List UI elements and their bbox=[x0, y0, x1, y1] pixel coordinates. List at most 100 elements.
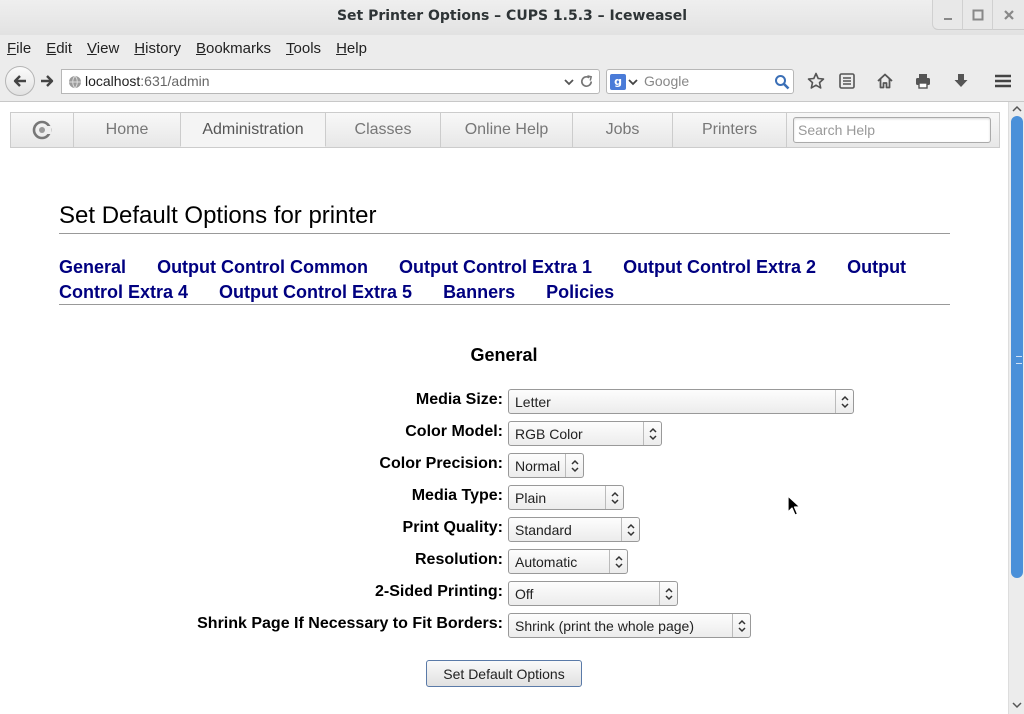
tab-jobs[interactable]: Jobs bbox=[573, 113, 673, 147]
tab-classes[interactable]: Classes bbox=[326, 113, 441, 147]
option-row-shrink-page: Shrink Page If Necessary to Fit Borders:… bbox=[0, 612, 1008, 638]
scroll-down-icon[interactable] bbox=[1012, 700, 1022, 710]
menu-tools[interactable]: Tools bbox=[286, 40, 321, 57]
help-search-placeholder: Search Help bbox=[798, 122, 876, 138]
back-arrow-icon bbox=[13, 75, 26, 87]
option-label: Color Precision: bbox=[379, 455, 503, 472]
print-icon[interactable] bbox=[914, 72, 932, 90]
resolution-select[interactable]: Automatic bbox=[508, 549, 628, 574]
scroll-grip bbox=[1016, 356, 1022, 364]
link-output-control-extra-5[interactable]: Output Control Extra 5 bbox=[219, 282, 412, 302]
navigation-toolbar: localhost:631/admin g Google bbox=[0, 61, 1024, 102]
download-icon[interactable] bbox=[952, 72, 970, 90]
media-size-select[interactable]: Letter bbox=[508, 389, 854, 414]
web-search-bar[interactable]: g Google bbox=[606, 69, 794, 94]
option-row-color-precision: Color Precision: Normal bbox=[0, 452, 1008, 478]
link-banners[interactable]: Banners bbox=[443, 282, 515, 302]
search-icon[interactable] bbox=[774, 74, 790, 90]
globe-icon bbox=[69, 75, 81, 89]
close-icon bbox=[1003, 9, 1014, 20]
back-forward-group bbox=[5, 66, 60, 96]
scrollbar-thumb[interactable] bbox=[1011, 116, 1023, 578]
color-precision-select[interactable]: Normal bbox=[508, 453, 584, 478]
menu-help[interactable]: Help bbox=[336, 40, 367, 57]
tab-printers[interactable]: Printers bbox=[673, 113, 787, 147]
minimize-icon bbox=[943, 17, 952, 20]
cups-logo-icon bbox=[32, 120, 52, 140]
select-updown-icon bbox=[621, 518, 639, 541]
menu-bookmarks[interactable]: Bookmarks bbox=[196, 40, 271, 57]
option-label: Resolution: bbox=[415, 551, 503, 568]
select-updown-icon bbox=[659, 582, 677, 605]
select-value: Plain bbox=[515, 490, 547, 506]
menu-hamburger-icon[interactable] bbox=[993, 72, 1013, 90]
link-output-control-extra-1[interactable]: Output Control Extra 1 bbox=[399, 257, 592, 277]
vertical-scrollbar[interactable] bbox=[1008, 102, 1024, 714]
window-title: Set Printer Options – CUPS 1.5.3 – Icewe… bbox=[336, 8, 688, 24]
url-history-dropdown-icon[interactable] bbox=[563, 76, 575, 88]
maximize-icon bbox=[972, 9, 983, 20]
option-row-media-type: Media Type: Plain bbox=[0, 484, 1008, 510]
option-row-2-sided-printing: 2-Sided Printing: Off bbox=[0, 580, 1008, 606]
link-output-control-extra-2[interactable]: Output Control Extra 2 bbox=[623, 257, 816, 277]
menu-history[interactable]: History bbox=[134, 40, 181, 57]
tab-online-help[interactable]: Online Help bbox=[441, 113, 573, 147]
forward-button[interactable] bbox=[38, 73, 56, 89]
option-label: Media Size: bbox=[415, 391, 503, 408]
web-search-placeholder: Google bbox=[644, 73, 690, 89]
media-type-select[interactable]: Plain bbox=[508, 485, 624, 510]
reading-list-icon[interactable] bbox=[838, 72, 856, 90]
tab-administration[interactable]: Administration bbox=[180, 113, 326, 147]
shrink-page-select[interactable]: Shrink (print the whole page) bbox=[508, 613, 751, 638]
menu-bar: File Edit View History Bookmarks Tools H… bbox=[0, 35, 1024, 61]
reload-icon[interactable] bbox=[579, 74, 594, 89]
url-bar[interactable]: localhost:631/admin bbox=[61, 69, 600, 94]
option-label: 2-Sided Printing: bbox=[375, 583, 503, 600]
select-updown-icon bbox=[835, 390, 853, 413]
home-icon[interactable] bbox=[876, 72, 894, 90]
cups-logo[interactable] bbox=[11, 113, 74, 147]
bookmark-star-icon[interactable] bbox=[807, 72, 825, 90]
close-button[interactable] bbox=[992, 0, 1024, 30]
minimize-button[interactable] bbox=[932, 0, 962, 30]
page-viewport: Home Administration Classes Online Help … bbox=[0, 102, 1008, 714]
select-value: Automatic bbox=[515, 554, 578, 570]
option-row-resolution: Resolution: Automatic bbox=[0, 548, 1008, 574]
select-updown-icon bbox=[609, 550, 627, 573]
maximize-button[interactable] bbox=[962, 0, 992, 30]
menu-view[interactable]: View bbox=[87, 40, 119, 57]
google-engine-icon[interactable]: g bbox=[610, 74, 626, 90]
select-value: Off bbox=[515, 586, 534, 602]
option-row-print-quality: Print Quality: Standard bbox=[0, 516, 1008, 542]
select-value: RGB Color bbox=[515, 426, 583, 442]
option-row-media-size: Media Size: Letter bbox=[0, 388, 1008, 414]
color-model-select[interactable]: RGB Color bbox=[508, 421, 662, 446]
cups-navigation: Home Administration Classes Online Help … bbox=[10, 112, 1000, 148]
engine-dropdown-icon[interactable] bbox=[628, 77, 638, 87]
menu-file[interactable]: File bbox=[7, 40, 31, 57]
link-policies[interactable]: Policies bbox=[546, 282, 614, 302]
select-updown-icon bbox=[565, 454, 583, 477]
forward-arrow-icon bbox=[41, 75, 54, 87]
back-button[interactable] bbox=[5, 66, 35, 96]
option-label: Color Model: bbox=[405, 423, 503, 440]
menu-edit[interactable]: Edit bbox=[46, 40, 72, 57]
select-value: Normal bbox=[515, 458, 561, 474]
divider bbox=[59, 233, 950, 234]
link-general[interactable]: General bbox=[59, 257, 126, 277]
option-label: Media Type: bbox=[411, 487, 503, 504]
link-output-control-common[interactable]: Output Control Common bbox=[157, 257, 368, 277]
2-sided-printing-select[interactable]: Off bbox=[508, 581, 678, 606]
print-quality-select[interactable]: Standard bbox=[508, 517, 640, 542]
select-updown-icon bbox=[732, 614, 750, 637]
select-value: Shrink (print the whole page) bbox=[515, 618, 694, 634]
option-row-color-model: Color Model: RGB Color bbox=[0, 420, 1008, 446]
tab-home[interactable]: Home bbox=[74, 113, 181, 147]
select-updown-icon bbox=[605, 486, 623, 509]
set-default-options-button[interactable]: Set Default Options bbox=[426, 660, 582, 687]
scroll-up-icon[interactable] bbox=[1012, 104, 1022, 114]
mouse-cursor-icon bbox=[787, 495, 801, 516]
window-titlebar: Set Printer Options – CUPS 1.5.3 – Icewe… bbox=[0, 0, 1024, 35]
help-search-input[interactable]: Search Help bbox=[793, 117, 991, 143]
divider bbox=[59, 304, 950, 305]
